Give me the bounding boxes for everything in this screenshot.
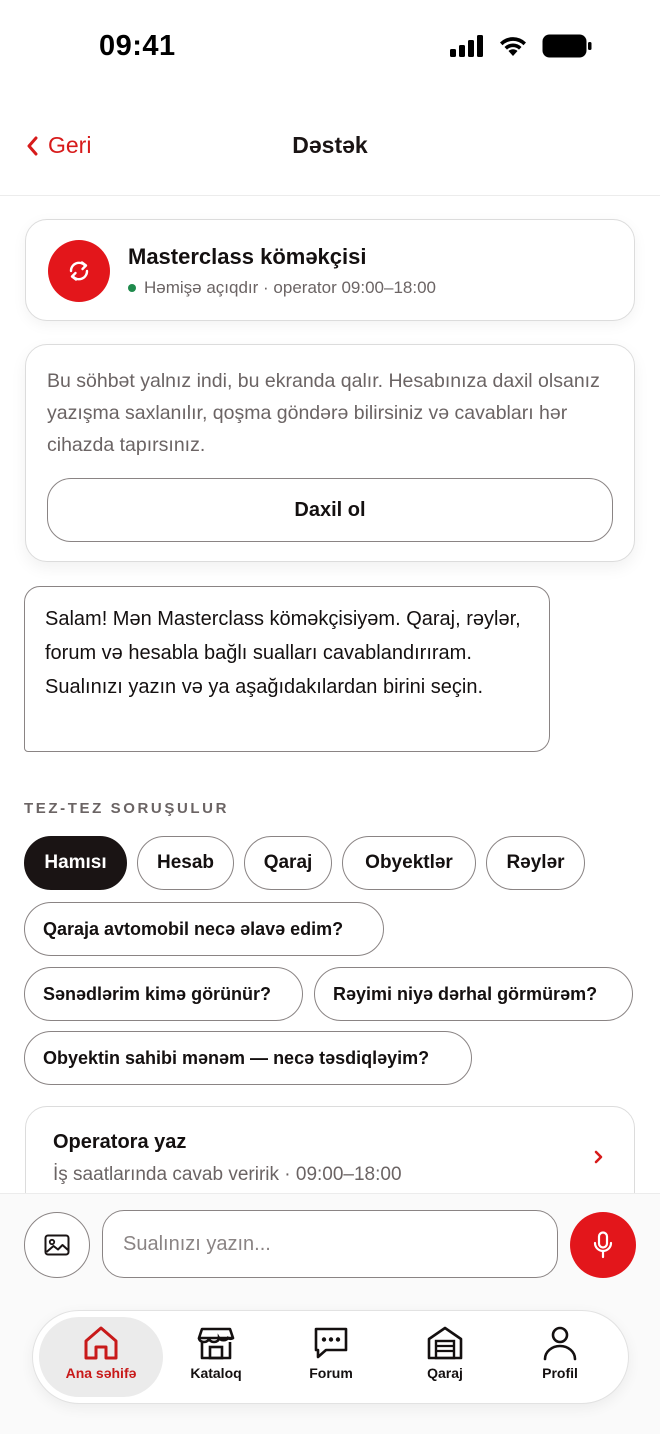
tab-catalog-label: Kataloq — [190, 1365, 242, 1381]
filter-chip-reviews[interactable]: Rəylər — [486, 836, 585, 890]
assistant-status-text: Həmişə açıqdır · operator 09:00–18:00 — [144, 278, 437, 297]
login-button[interactable]: Daxil ol — [47, 478, 613, 542]
status-time: 09:41 — [99, 30, 176, 62]
cellular-signal-icon — [450, 35, 483, 57]
battery-icon — [542, 34, 592, 58]
tab-profile[interactable]: Profil — [498, 1317, 622, 1397]
page-title: Dəstək — [292, 132, 368, 158]
assistant-message-bubble: Salam! Mən Masterclass köməkçisiyəm. Qar… — [24, 586, 550, 752]
faq-question-chip[interactable]: Rəyimi niyə dərhal görmürəm? — [314, 967, 633, 1021]
composer-area: Ana səhifə Kataloq Forum — [0, 1193, 660, 1434]
message-input[interactable] — [102, 1210, 558, 1278]
tab-garage-label: Qaraj — [427, 1365, 463, 1381]
faq-section-title: TEZ-TEZ SORUŞULUR — [24, 800, 230, 817]
person-icon — [543, 1326, 577, 1361]
store-icon — [197, 1327, 235, 1360]
image-icon — [44, 1234, 70, 1256]
operator-subtitle: İş saatlarında cavab veririk · 09:00–18:… — [53, 1164, 402, 1185]
attach-image-button[interactable] — [24, 1212, 90, 1278]
faq-question-chip[interactable]: Sənədlərim kimə görünür? — [24, 967, 303, 1021]
assistant-status: Həmişə açıqdır · operator 09:00–18:00 — [128, 278, 436, 298]
online-status-dot — [128, 284, 136, 292]
tab-forum-label: Forum — [309, 1365, 353, 1381]
garage-icon — [427, 1326, 463, 1360]
tab-home-label: Ana səhifə — [65, 1365, 137, 1381]
status-icons — [450, 34, 592, 58]
status-bar: 09:41 — [0, 0, 660, 96]
refresh-chat-icon — [69, 261, 89, 281]
chevron-right-icon — [594, 1150, 603, 1164]
filter-chip-garage[interactable]: Qaraj — [244, 836, 332, 890]
tab-catalog[interactable]: Kataloq — [154, 1317, 278, 1397]
tab-garage[interactable]: Qaraj — [383, 1317, 507, 1397]
filter-chip-objects[interactable]: Obyektlər — [342, 836, 476, 890]
faq-question-chip[interactable]: Qaraja avtomobil necə əlavə edim? — [24, 902, 384, 956]
assistant-avatar — [48, 240, 110, 302]
filter-chip-account[interactable]: Hesab — [137, 836, 234, 890]
voice-input-button[interactable] — [570, 1212, 636, 1278]
assistant-name: Masterclass köməkçisi — [128, 244, 367, 269]
filter-chip-all[interactable]: Hamısı — [24, 836, 127, 890]
tab-home[interactable]: Ana səhifə — [39, 1317, 163, 1397]
chat-bubble-icon — [314, 1327, 348, 1359]
tab-profile-label: Profil — [542, 1365, 578, 1381]
login-info-text: Bu söhbət yalnız indi, bu ekranda qalır.… — [47, 370, 600, 456]
nav-header: Geri Dəstək — [0, 96, 660, 196]
assistant-card: Masterclass köməkçisi Həmişə açıqdır · o… — [25, 219, 635, 321]
operator-title: Operatora yaz — [53, 1131, 187, 1153]
faq-question-chip[interactable]: Obyektin sahibi mənəm — necə təsdiqləyim… — [24, 1031, 472, 1085]
wifi-icon — [500, 37, 526, 56]
bottom-tab-bar: Ana səhifə Kataloq Forum Qaraj Profil — [32, 1310, 629, 1404]
tab-forum[interactable]: Forum — [269, 1317, 393, 1397]
home-icon — [84, 1326, 118, 1360]
assistant-message-text: Salam! Mən Masterclass köməkçisiyəm. Qar… — [45, 608, 521, 698]
login-info-card: Bu söhbət yalnız indi, bu ekranda qalır.… — [25, 344, 635, 562]
microphone-icon — [593, 1231, 613, 1259]
